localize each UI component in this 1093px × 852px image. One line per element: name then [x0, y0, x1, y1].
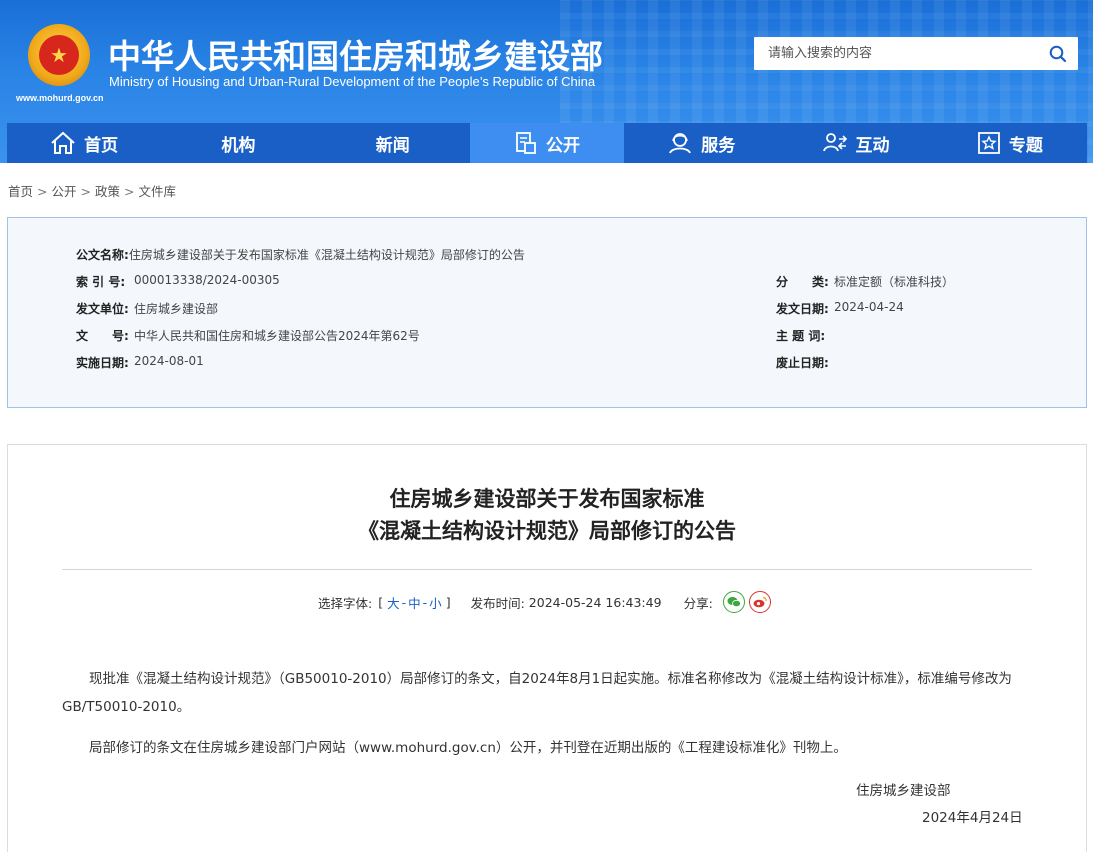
font-choice-label: 选择字体: [318, 595, 373, 611]
font-size-medium-link[interactable]: 中 [408, 593, 421, 612]
font-bracket-open: [ [378, 594, 384, 610]
info-label: 索 引 号: [76, 275, 126, 289]
site-title[interactable]: 中华人民共和国住房和城乡建设部 [108, 30, 603, 78]
info-issuer: 发文单位: 住房城乡建设部 [76, 300, 218, 317]
breadcrumb-separator: > [124, 184, 135, 199]
info-label: 文 号: [76, 329, 129, 343]
info-value: 中华人民共和国住房和城乡建设部公告2024年第62号 [134, 329, 420, 343]
search-icon [1049, 45, 1067, 62]
nav-item-home[interactable]: 首页 [7, 123, 161, 163]
home-icon [51, 131, 75, 154]
nav-label: 新闻 [375, 135, 410, 156]
breadcrumb-separator: > [37, 184, 48, 199]
publish-time-label: 发布时间: [470, 595, 525, 611]
main-nav: 首页 机构 新闻 公开 服务 互动 专题 [7, 123, 1087, 163]
info-label: 分 类: [776, 275, 829, 289]
info-doc-name: 公文名称: 住房城乡建设部关于发布国家标准《混凝土结构设计规范》局部修订的公告 [76, 246, 525, 263]
nav-item-institutions[interactable]: 机构 [161, 123, 315, 163]
font-size-large-link[interactable]: 大 [387, 593, 400, 612]
info-value: 2024-08-01 [134, 354, 204, 368]
site-subtitle: Ministry of Housing and Urban-Rural Deve… [109, 74, 596, 89]
weibo-share-icon[interactable] [748, 591, 771, 613]
nav-label: 首页 [84, 135, 119, 156]
info-value: 标准定额（标准科技） [834, 275, 955, 289]
search-box [754, 37, 1078, 70]
info-value: 住房城乡建设部 [134, 302, 219, 316]
info-effective-date: 实施日期: 2024-08-01 [76, 354, 204, 371]
info-repeal-date: 废止日期: [776, 354, 834, 371]
nav-item-interaction[interactable]: 互动 [778, 123, 932, 163]
national-emblem-icon[interactable]: ★ [28, 24, 90, 86]
document-info-panel: 公文名称: 住房城乡建设部关于发布国家标准《混凝土结构设计规范》局部修订的公告 … [7, 217, 1087, 408]
font-size-small-link[interactable]: 小 [429, 593, 442, 612]
document-icon [516, 132, 536, 154]
search-button[interactable] [1038, 37, 1078, 70]
breadcrumb-public[interactable]: 公开 [52, 184, 77, 199]
nav-item-services[interactable]: 服务 [624, 123, 778, 163]
article-meta: 选择字体: [ 大 - 中 - 小 ] 发布时间: 2024-05-24 16:… [318, 591, 771, 613]
nav-item-news[interactable]: 新闻 [316, 123, 470, 163]
info-label: 发文日期: [776, 302, 829, 316]
interaction-icon [822, 133, 847, 152]
font-size-separator: - [422, 594, 428, 610]
emblem-star-icon: ★ [39, 35, 79, 75]
signature-date: 2024年4月24日 [922, 810, 1023, 826]
breadcrumb-home[interactable]: 首页 [8, 184, 33, 199]
breadcrumb-separator: > [80, 184, 91, 199]
signature-organization: 住房城乡建设部 [856, 783, 951, 799]
nav-item-topics[interactable]: 专题 [933, 123, 1087, 163]
info-label: 废止日期: [776, 356, 829, 370]
breadcrumb: 首页 > 公开 > 政策 > 文件库 [8, 181, 176, 200]
info-index: 索 引 号: 000013338/2024-00305 [76, 273, 280, 290]
info-label: 发文单位: [76, 302, 129, 316]
site-url: www.mohurd.gov.cn [16, 93, 104, 103]
nav-label: 服务 [701, 135, 736, 156]
info-keywords: 主 题 词: [776, 327, 834, 344]
info-category: 分 类: 标准定额（标准科技） [776, 273, 954, 290]
info-issue-date: 发文日期: 2024-04-24 [776, 300, 904, 317]
font-size-separator: - [401, 594, 407, 610]
publish-time-value: 2024-05-24 16:43:49 [528, 594, 662, 610]
article-title-line2: 《混凝土结构设计规范》局部修订的公告 [358, 519, 736, 543]
share-label: 分享: [683, 595, 713, 611]
nav-label: 公开 [545, 135, 580, 156]
service-icon [669, 133, 692, 154]
article-title-line1: 住房城乡建设部关于发布国家标准 [389, 487, 705, 511]
breadcrumb-library[interactable]: 文件库 [139, 184, 177, 199]
info-doc-number: 文 号: 中华人民共和国住房和城乡建设部公告2024年第62号 [76, 327, 420, 344]
search-input[interactable] [754, 37, 1038, 70]
article-container: 住房城乡建设部关于发布国家标准 《混凝土结构设计规范》局部修订的公告 选择字体:… [7, 444, 1087, 852]
nav-label: 专题 [1008, 135, 1043, 156]
info-value: 2024-04-24 [834, 300, 904, 314]
star-icon [977, 132, 1000, 154]
title-divider [62, 569, 1032, 570]
font-bracket-close: ] [445, 594, 451, 610]
nav-item-public[interactable]: 公开 [469, 123, 625, 163]
info-label: 主 题 词: [776, 329, 826, 343]
breadcrumb-policy[interactable]: 政策 [95, 184, 120, 199]
info-label: 公文名称: [76, 248, 129, 262]
article-paragraph-1: 现批准《混凝土结构设计规范》（GB50010-2010）局部修订的条文，自202… [62, 671, 1012, 715]
info-label: 实施日期: [76, 356, 129, 370]
info-value: 000013338/2024-00305 [134, 273, 280, 287]
nav-label: 机构 [221, 135, 256, 156]
nav-label: 互动 [855, 135, 890, 156]
wechat-share-icon[interactable] [722, 591, 745, 613]
article-paragraph-2: 局部修订的条文在住房城乡建设部门户网站（www.mohurd.gov.cn）公开… [89, 740, 847, 756]
info-value: 住房城乡建设部关于发布国家标准《混凝土结构设计规范》局部修订的公告 [128, 248, 525, 262]
